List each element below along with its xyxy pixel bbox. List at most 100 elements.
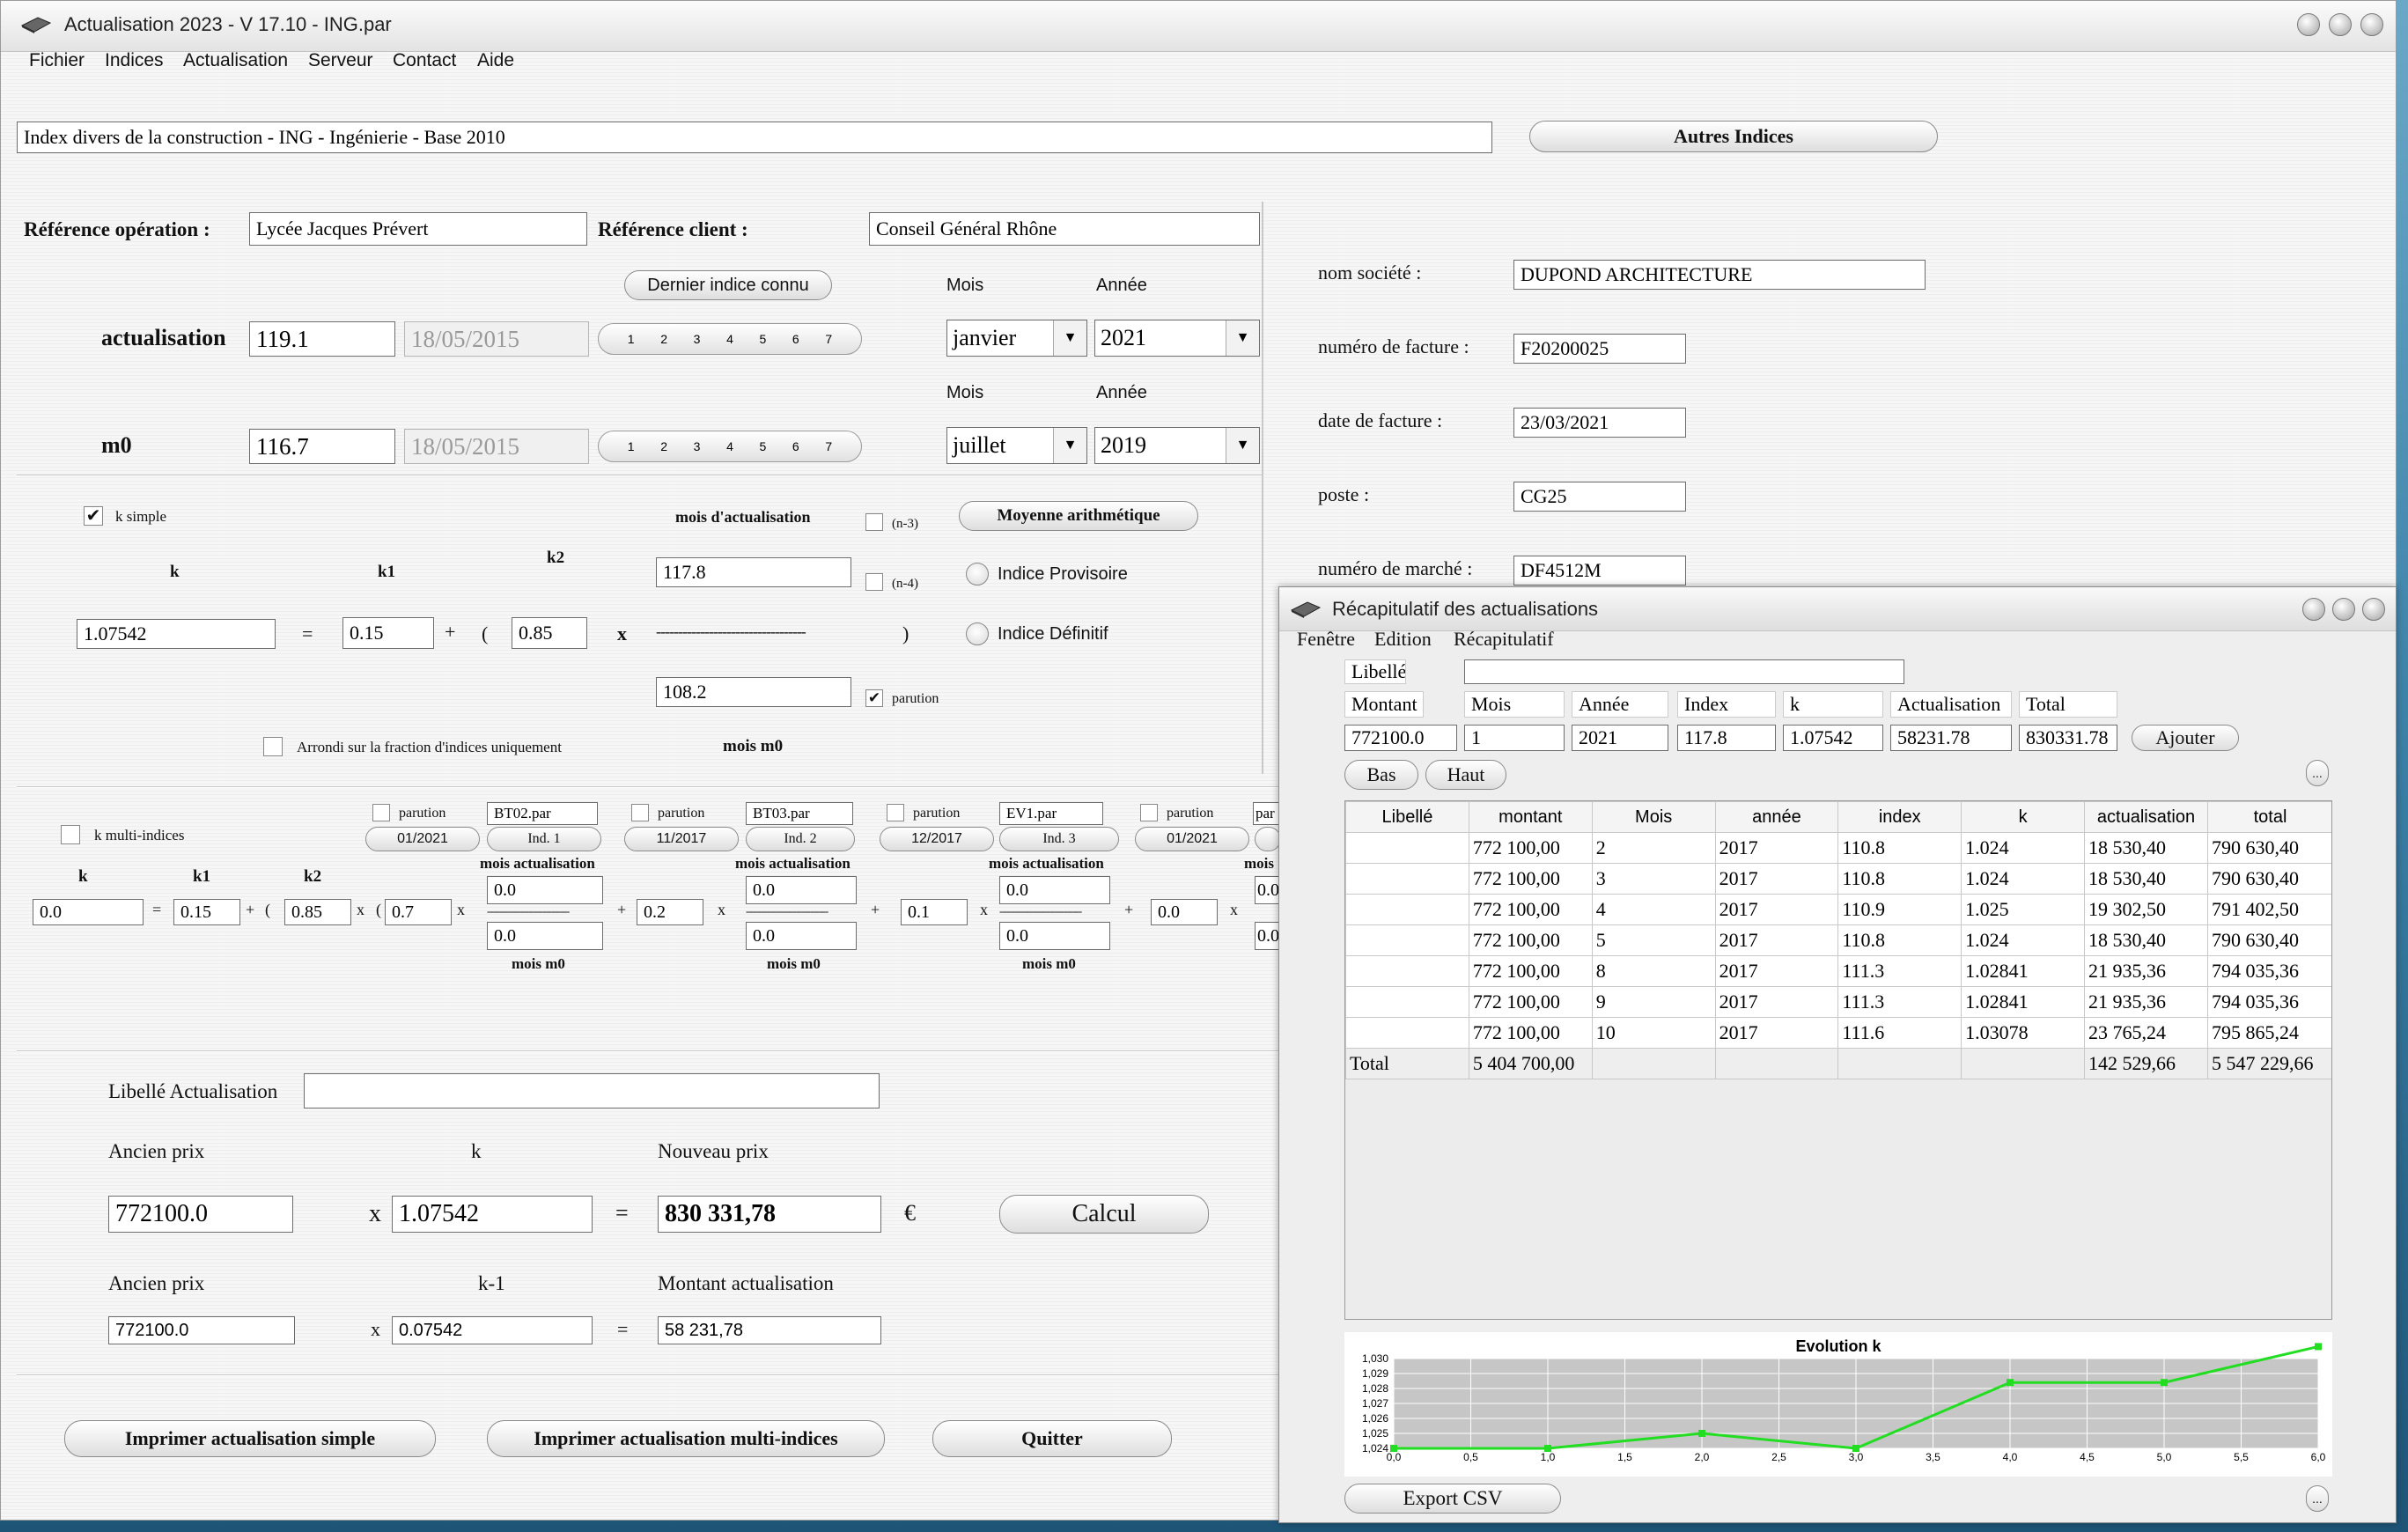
segment-1[interactable]: 1 [616,439,646,453]
segment-3[interactable]: 3 [682,439,712,453]
cell-k[interactable]: 1.024 [1961,863,2086,895]
col-annee[interactable]: année [1714,801,1839,833]
close-button[interactable] [2362,598,2385,621]
col-total[interactable]: total [2206,801,2331,833]
cell-annee[interactable]: 2017 [1714,924,1839,956]
col-mois[interactable]: Mois [1591,801,1716,833]
cell-total[interactable]: 795 865,24 [2206,1017,2331,1049]
segment-7[interactable]: 7 [814,439,843,453]
chevron-down-icon[interactable]: ▼ [1053,428,1086,463]
cell-mois[interactable]: 10 [1591,1017,1716,1049]
cell-montant[interactable]: 772 100,00 [1468,863,1593,895]
k1-input[interactable]: 0.15 [342,617,434,649]
col-actualisation[interactable]: actualisation [2084,801,2208,833]
m0-offset-selector[interactable]: 1234567 [598,431,862,462]
indice-file-4[interactable]: par [1253,802,1279,825]
cell-annee[interactable]: 2017 [1714,955,1839,987]
multi-k2-input[interactable]: 0.85 [284,899,351,925]
cell-k[interactable]: 1.025 [1961,894,2086,925]
cell-annee[interactable]: 2017 [1714,894,1839,925]
menu-actualisation[interactable]: Actualisation [183,50,288,71]
actualisation-offset-selector[interactable]: 1234567 [598,323,862,355]
export-csv-button[interactable]: Export CSV [1344,1484,1561,1514]
indice-date-2[interactable]: 11/2017 [624,827,739,851]
mois-m0-input[interactable]: 108.2 [656,677,851,707]
menu-aide[interactable]: Aide [477,50,514,71]
numero-facture-input[interactable]: F20200025 [1513,334,1686,364]
menu-indices[interactable]: Indices [105,50,164,71]
indice-button-3[interactable]: Ind. 3 [999,827,1119,851]
chevron-down-icon[interactable]: ▼ [1053,320,1086,356]
k-minus-1-input[interactable]: 0.07542 [392,1316,593,1344]
cell-mois[interactable]: 8 [1591,955,1716,987]
cell-libelle[interactable] [1345,1017,1469,1049]
minimize-button[interactable] [2302,598,2325,621]
segment-5[interactable]: 5 [747,332,777,346]
indice-button-1[interactable]: Ind. 1 [487,827,601,851]
segment-2[interactable]: 2 [649,332,679,346]
arrondi-checkbox[interactable] [263,737,283,756]
cell-actualisation[interactable]: 18 530,40 [2084,924,2208,956]
mois-m0-input-1[interactable]: 0.0 [487,922,603,950]
indice-provisoire-radio[interactable] [966,563,989,586]
mois-act-input-3[interactable]: 0.0 [999,876,1110,904]
cell-k[interactable]: 1.03078 [1961,1017,2086,1049]
cell-index[interactable]: 110.9 [1837,894,1962,925]
entry-mois[interactable]: 1 [1464,725,1565,751]
table-row[interactable]: 772 100,00 2 2017 110.8 1.024 18 530,40 790 63… [1345,832,2331,864]
minimize-button[interactable] [2297,13,2320,36]
cell-montant[interactable]: 5 404 700,00 [1468,1048,1593,1079]
entry-actualisation[interactable]: 58231.78 [1890,725,2012,751]
mois-act-input-4[interactable]: 0.0 [1255,876,1281,904]
ajouter-button[interactable]: Ajouter [2132,725,2239,751]
indice-file-1[interactable]: BT02.par [487,802,598,825]
indice-definitif-radio[interactable] [966,622,989,645]
segment-6[interactable]: 6 [781,332,811,346]
k-multi-checkbox[interactable] [61,825,80,844]
segment-7[interactable]: 7 [814,332,843,346]
segment-4[interactable]: 4 [715,439,745,453]
cell-montant[interactable]: 772 100,00 [1468,1017,1593,1049]
cell-mois[interactable]: 9 [1591,986,1716,1018]
cell-montant[interactable]: 772 100,00 [1468,986,1593,1018]
col-index[interactable]: index [1837,801,1962,833]
indice-date-4[interactable]: 01/2021 [1135,827,1249,851]
cell-libelle[interactable] [1345,955,1469,987]
cell-total[interactable]: 5 547 229,66 [2206,1048,2331,1079]
cell-k[interactable] [1961,1048,2086,1079]
parution-checkbox-3[interactable] [887,804,904,821]
cell-mois[interactable]: 3 [1591,863,1716,895]
dernier-indice-button[interactable]: Dernier indice connu [624,270,832,300]
mois-m0-input-3[interactable]: 0.0 [999,922,1110,950]
parution-checkbox-4[interactable] [1140,804,1158,821]
quit-button[interactable]: Quitter [932,1420,1172,1457]
moyenne-arithmetique-button[interactable]: Moyenne arithmétique [959,501,1198,531]
cell-total[interactable]: 790 630,40 [2206,832,2331,864]
cell-libelle[interactable] [1345,894,1469,925]
recap-title-bar[interactable]: Récapitulatif des actualisations [1279,587,2396,631]
segment-4[interactable]: 4 [715,332,745,346]
cell-mois[interactable] [1591,1048,1716,1079]
maximize-button[interactable] [2329,13,2352,36]
coef-3-input[interactable]: 0.1 [901,899,968,925]
entry-k[interactable]: 1.07542 [1783,725,1883,751]
libelle-actualisation-input[interactable] [304,1073,880,1108]
cell-libelle[interactable] [1345,832,1469,864]
cell-index[interactable] [1837,1048,1962,1079]
poste-input[interactable]: CG25 [1513,482,1686,512]
print-multi-button[interactable]: Imprimer actualisation multi-indices [487,1420,885,1457]
entry-montant[interactable]: 772100.0 [1344,725,1457,751]
more-button[interactable]: ... [2306,760,2329,786]
cell-total[interactable]: 794 035,36 [2206,986,2331,1018]
menu-fichier[interactable]: Fichier [29,50,85,71]
table-row[interactable]: 772 100,00 9 2017 111.3 1.02841 21 935,36 794 … [1345,986,2331,1018]
cell-libelle[interactable] [1345,924,1469,956]
chevron-down-icon[interactable]: ▼ [1226,428,1259,463]
cell-actualisation[interactable]: 21 935,36 [2084,986,2208,1018]
indice-date-1[interactable]: 01/2021 [365,827,480,851]
calcul-button[interactable]: Calcul [999,1195,1209,1234]
col-montant[interactable]: montant [1468,801,1593,833]
cell-mois[interactable]: 4 [1591,894,1716,925]
recap-menu-recapitulatif[interactable]: Récapitulatif [1454,628,1554,651]
nom-societe-input[interactable]: DUPOND ARCHITECTURE [1513,260,1926,290]
